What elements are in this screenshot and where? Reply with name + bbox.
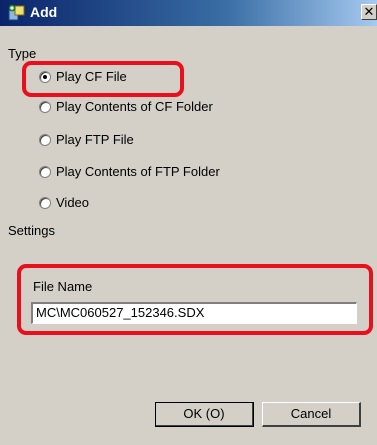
radio-unselected-icon[interactable] [39,101,51,113]
radio-label: Play Contents of FTP Folder [56,164,220,179]
radio-label: Play FTP File [56,132,134,147]
highlight-play-cf-file [22,61,184,97]
close-icon: ✕ [363,4,375,19]
radio-unselected-icon[interactable] [39,134,51,146]
add-dialog: Add ✕ Type Play CF File Play Contents of… [0,0,377,445]
close-button[interactable]: ✕ [361,4,377,20]
radio-label: Video [56,195,90,210]
ok-button[interactable]: OK (O) [155,402,254,427]
title-bar[interactable]: Add ✕ [0,0,377,26]
radio-unselected-icon[interactable] [39,197,51,209]
window-title: Add [30,4,58,20]
highlight-file-name [17,264,373,335]
type-group-label: Type [8,46,37,61]
add-icon [8,4,25,21]
radio-label: Play Contents of CF Folder [56,99,213,114]
radio-unselected-icon[interactable] [39,166,51,178]
settings-label: Settings [8,223,55,238]
cancel-button[interactable]: Cancel [262,402,361,427]
